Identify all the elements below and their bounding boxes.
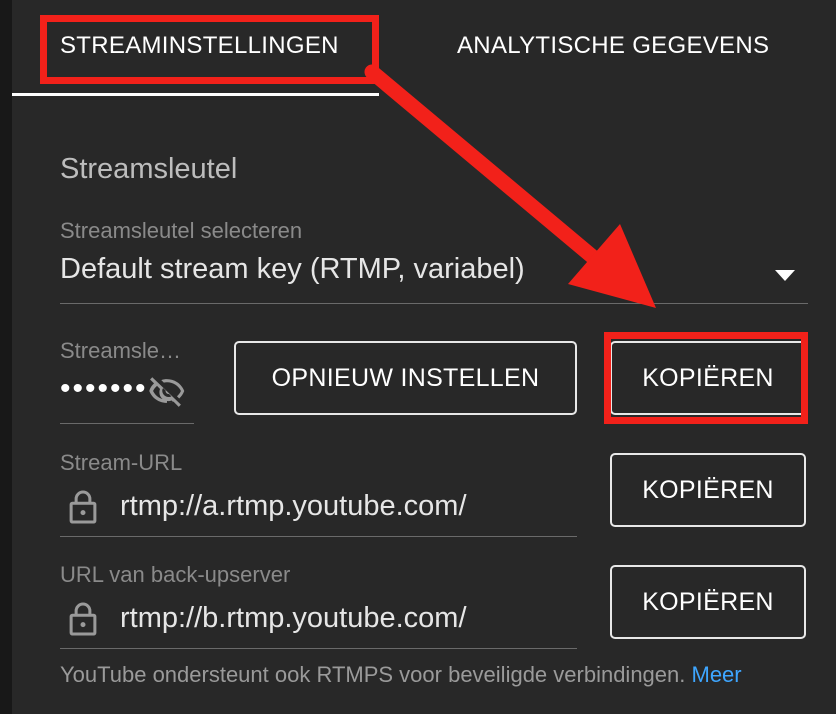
stream-url-field[interactable]: rtmp://a.rtmp.youtube.com/ bbox=[120, 490, 467, 523]
tab-analytics[interactable]: ANALYTISCHE GEGEVENS bbox=[457, 32, 769, 60]
stream-settings-panel: STREAMINSTELLINGEN ANALYTISCHE GEGEVENS … bbox=[12, 0, 836, 714]
copy-backup-url-button[interactable]: KOPIËREN bbox=[610, 565, 806, 639]
backup-url-label: URL van back-upserver bbox=[60, 562, 291, 587]
active-tab-indicator bbox=[12, 93, 379, 96]
tab-bar: STREAMINSTELLINGEN ANALYTISCHE GEGEVENS bbox=[12, 0, 836, 96]
tab-stream-settings[interactable]: STREAMINSTELLINGEN bbox=[60, 32, 339, 60]
lock-icon bbox=[69, 602, 97, 636]
rtmps-note: YouTube ondersteunt ook RTMPS voor bevei… bbox=[60, 662, 742, 688]
stream-key-field[interactable]: ••••••• bbox=[60, 374, 148, 404]
stream-url-underline bbox=[60, 536, 577, 537]
stream-url-label: Stream-URL bbox=[60, 450, 183, 475]
section-title: Streamsleutel bbox=[60, 153, 238, 185]
rtmps-note-text: YouTube ondersteunt ook RTMPS voor bevei… bbox=[60, 662, 686, 687]
backup-url-field[interactable]: rtmp://b.rtmp.youtube.com/ bbox=[120, 602, 467, 635]
more-link[interactable]: Meer bbox=[692, 662, 742, 687]
eye-off-icon[interactable] bbox=[148, 372, 186, 410]
select-label: Streamsleutel selecteren bbox=[60, 218, 303, 243]
lock-icon bbox=[69, 490, 97, 524]
caret-down-icon bbox=[775, 270, 795, 281]
select-value: Default stream key (RTMP, variabel) bbox=[60, 253, 525, 285]
copy-stream-key-button[interactable]: KOPIËREN bbox=[610, 341, 806, 415]
copy-stream-url-button[interactable]: KOPIËREN bbox=[610, 453, 806, 527]
reset-button[interactable]: OPNIEUW INSTELLEN bbox=[234, 341, 577, 415]
stream-key-underline bbox=[60, 423, 194, 424]
backup-url-underline bbox=[60, 648, 577, 649]
stream-key-label: Streamsle… bbox=[60, 338, 182, 363]
select-underline bbox=[60, 303, 808, 304]
